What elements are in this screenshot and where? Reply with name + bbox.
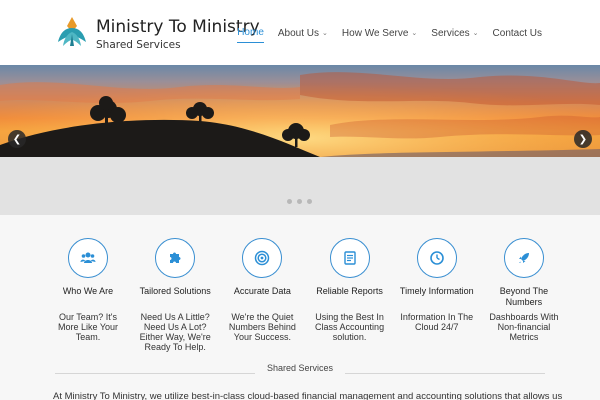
features-row: Who We Are Our Team? It's More Like Your… bbox=[48, 238, 564, 352]
feature-beyond-the-numbers[interactable]: Beyond The Numbers Dashboards With Non-f… bbox=[484, 238, 564, 352]
page: Ministry To Ministry Shared Services Hom… bbox=[0, 0, 600, 400]
nav-item-how-we-serve[interactable]: How We Serve ⌄ bbox=[342, 27, 417, 43]
report-icon bbox=[343, 251, 356, 265]
feature-title[interactable]: Beyond The Numbers bbox=[484, 286, 564, 308]
feature-who-we-are[interactable]: Who We Are Our Team? It's More Like Your… bbox=[48, 238, 128, 352]
main-nav: Home About Us ⌄ How We Serve ⌄ Services ⌄ Conta… bbox=[237, 27, 542, 43]
feature-icon-circle[interactable] bbox=[155, 238, 196, 278]
slider-dot-3[interactable] bbox=[307, 199, 312, 204]
slider-controls bbox=[0, 157, 600, 215]
site-header: Ministry To Ministry Shared Services Hom… bbox=[0, 0, 600, 65]
chevron-down-icon: ⌄ bbox=[322, 30, 328, 37]
nav-item-services[interactable]: Services ⌄ bbox=[431, 27, 478, 43]
brand-title[interactable]: Ministry To Ministry bbox=[96, 17, 260, 37]
rocket-icon bbox=[518, 253, 529, 263]
feature-icon-circle[interactable] bbox=[329, 238, 370, 278]
slider-dots bbox=[287, 199, 312, 204]
nav-item-label: Home bbox=[237, 27, 264, 38]
chevron-left-icon: ❮ bbox=[12, 133, 22, 145]
feature-desc: Need Us A Little? Need Us A Lot? Either … bbox=[139, 312, 211, 352]
feature-desc: We're the Quiet Numbers Behind Your Succ… bbox=[228, 312, 296, 342]
feature-desc: Information In The Cloud 24/7 bbox=[400, 312, 474, 332]
brand-subtitle: Shared Services bbox=[96, 39, 181, 51]
slider-next-button[interactable]: ❯ bbox=[574, 130, 592, 148]
slider-prev-button[interactable]: ❮ bbox=[8, 130, 26, 148]
feature-reliable-reports[interactable]: Reliable Reports Using the Best In Class… bbox=[310, 238, 390, 352]
feature-icon-circle[interactable] bbox=[242, 238, 283, 278]
feature-title[interactable]: Accurate Data bbox=[234, 286, 291, 308]
sunset-hill-image bbox=[0, 65, 600, 157]
chevron-down-icon: ⌄ bbox=[411, 30, 418, 37]
clock-icon bbox=[429, 251, 444, 265]
puzzle-icon bbox=[170, 252, 181, 263]
feature-title[interactable]: Timely Information bbox=[400, 286, 474, 308]
feature-title[interactable]: Tailored Solutions bbox=[140, 286, 211, 308]
feature-desc: Using the Best In Class Accounting solut… bbox=[315, 312, 385, 342]
feature-desc: Our Team? It's More Like Your Team. bbox=[57, 312, 119, 342]
feature-tailored-solutions[interactable]: Tailored Solutions Need Us A Little? Nee… bbox=[135, 238, 215, 352]
hero-slider bbox=[0, 65, 600, 157]
feature-icon-circle[interactable] bbox=[503, 238, 544, 278]
feature-timely-information[interactable]: Timely Information Information In The Cl… bbox=[397, 238, 477, 352]
feature-icon-circle[interactable] bbox=[416, 238, 457, 278]
nav-item-label: Services bbox=[431, 27, 470, 39]
slider-dot-1[interactable] bbox=[287, 199, 292, 204]
nav-item-about-us[interactable]: About Us ⌄ bbox=[278, 27, 328, 43]
nav-item-contact-us[interactable]: Contact Us bbox=[493, 27, 542, 43]
nav-item-home[interactable]: Home bbox=[237, 27, 264, 43]
lotus-logo-icon[interactable] bbox=[54, 14, 90, 50]
people-icon bbox=[80, 252, 96, 263]
feature-accurate-data[interactable]: Accurate Data We're the Quiet Numbers Be… bbox=[222, 238, 302, 352]
feature-title[interactable]: Reliable Reports bbox=[316, 286, 383, 308]
section-title: Shared Services bbox=[266, 363, 334, 373]
section-divider-left bbox=[55, 373, 255, 374]
slider-dot-2[interactable] bbox=[297, 199, 302, 204]
nav-item-label: About Us bbox=[277, 27, 320, 39]
target-icon bbox=[255, 250, 270, 266]
nav-item-label: Contact Us bbox=[492, 27, 542, 39]
chevron-right-icon: ❯ bbox=[578, 133, 588, 145]
section-intro-text: At Ministry To Ministry, we utilize best… bbox=[53, 391, 563, 400]
section-divider-right bbox=[345, 373, 545, 374]
feature-title[interactable]: Who We Are bbox=[63, 286, 113, 308]
feature-desc: Dashboards With Non-financial Metrics bbox=[489, 312, 559, 342]
nav-item-label: How We Serve bbox=[341, 27, 409, 39]
chevron-down-icon: ⌄ bbox=[472, 30, 479, 37]
feature-icon-circle[interactable] bbox=[68, 238, 108, 278]
